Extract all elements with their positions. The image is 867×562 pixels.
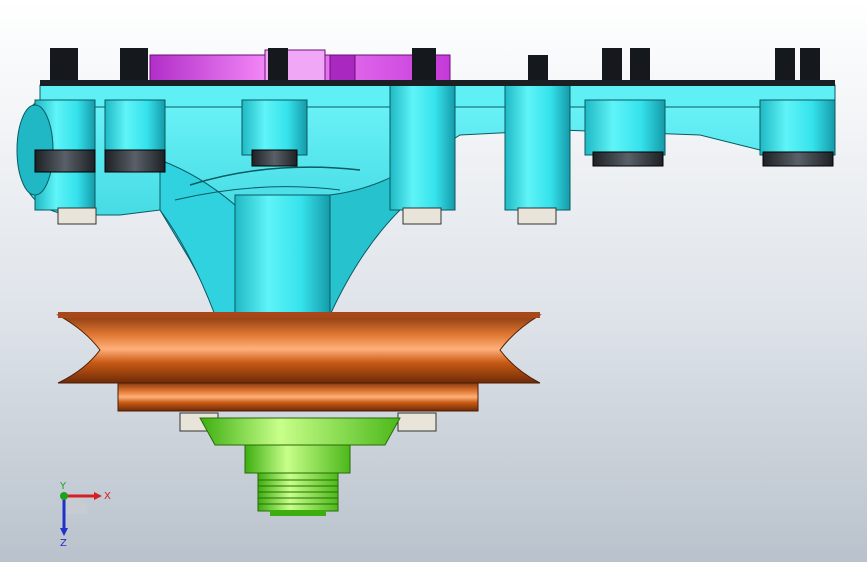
z-axis-label: Z — [60, 538, 67, 549]
y-axis-point — [60, 492, 68, 500]
pulley[interactable] — [56, 312, 542, 412]
y-axis-label: Y — [59, 481, 67, 492]
hub[interactable] — [199, 417, 401, 516]
top-plate[interactable] — [149, 49, 451, 83]
base-flange — [40, 80, 835, 86]
graphics-viewport[interactable]: X Y Z — [0, 0, 867, 562]
pump-assembly-model[interactable] — [0, 0, 867, 562]
housing[interactable] — [16, 84, 836, 316]
x-axis-label: X — [104, 491, 111, 502]
coordinate-triad: X Y Z — [59, 481, 111, 549]
